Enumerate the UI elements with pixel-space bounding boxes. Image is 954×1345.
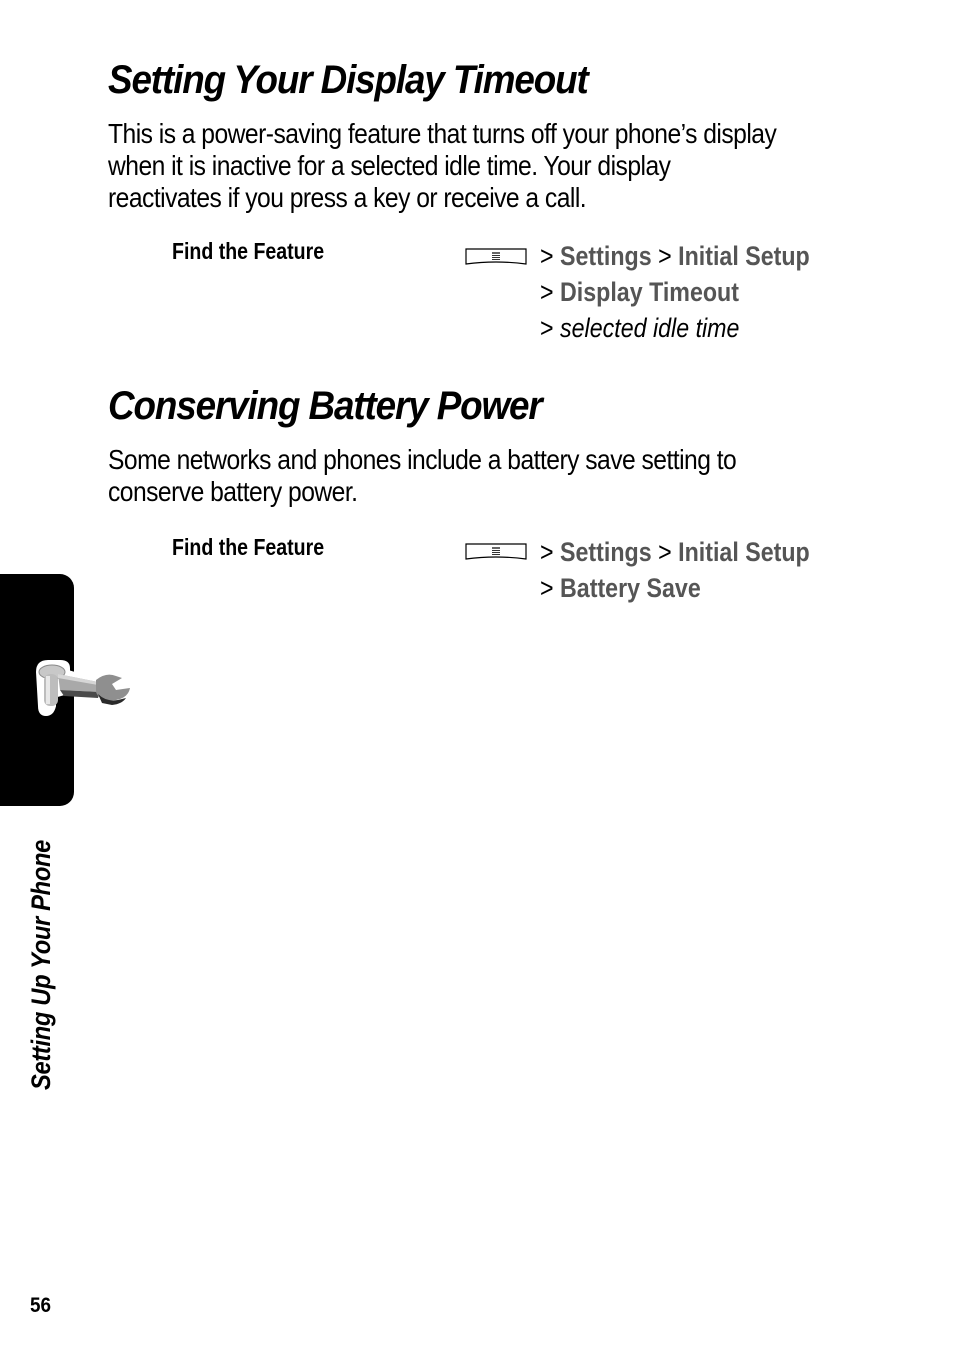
path-line: > Settings > Initial Setup [540,238,810,274]
section-title-display-timeout: Setting Your Display Timeout [108,58,589,102]
path-separator: > [658,537,672,567]
wrench-icon [35,660,135,716]
chapter-label: Setting Up Your Phone [26,839,56,1090]
menu-key-icon [465,543,527,560]
feature-path-battery-save: > Settings > Initial Setup > Battery Sav… [540,534,810,606]
menu-key-icon [465,248,527,265]
path-separator: > [540,241,554,271]
menu-item-initial-setup: Initial Setup [678,537,810,567]
path-separator: > [658,241,672,271]
path-line: > Display Timeout [540,274,810,310]
feature-path-display-timeout: > Settings > Initial Setup > Display Tim… [540,238,810,346]
path-separator: > [540,313,554,343]
body-line: conserve battery power. [108,476,358,507]
menu-item-battery-save: Battery Save [560,573,701,603]
path-line: > Settings > Initial Setup [540,534,810,570]
path-separator: > [540,573,554,603]
find-feature-label: Find the Feature [172,238,325,264]
path-line: > selected idle time [540,310,810,346]
menu-item-initial-setup: Initial Setup [678,241,810,271]
section-title-battery-power: Conserving Battery Power [108,384,543,428]
path-separator: > [540,277,554,307]
section-body-battery-power: Some networks and phones include a batte… [108,444,737,508]
menu-item-settings: Settings [560,537,652,567]
page-number: 56 [30,1294,52,1317]
body-line: Some networks and phones include a batte… [108,444,737,475]
menu-item-settings: Settings [560,241,652,271]
path-separator: > [540,537,554,567]
find-feature-label: Find the Feature [172,534,325,560]
body-line: This is a power-saving feature that turn… [108,118,777,149]
menu-item-display-timeout: Display Timeout [560,277,739,307]
body-line: when it is inactive for a selected idle … [108,150,671,181]
section-body-display-timeout: This is a power-saving feature that turn… [108,118,777,214]
menu-variable-idle-time: selected idle time [560,313,740,343]
path-line: > Battery Save [540,570,810,606]
body-line: reactivates if you press a key or receiv… [108,182,587,213]
